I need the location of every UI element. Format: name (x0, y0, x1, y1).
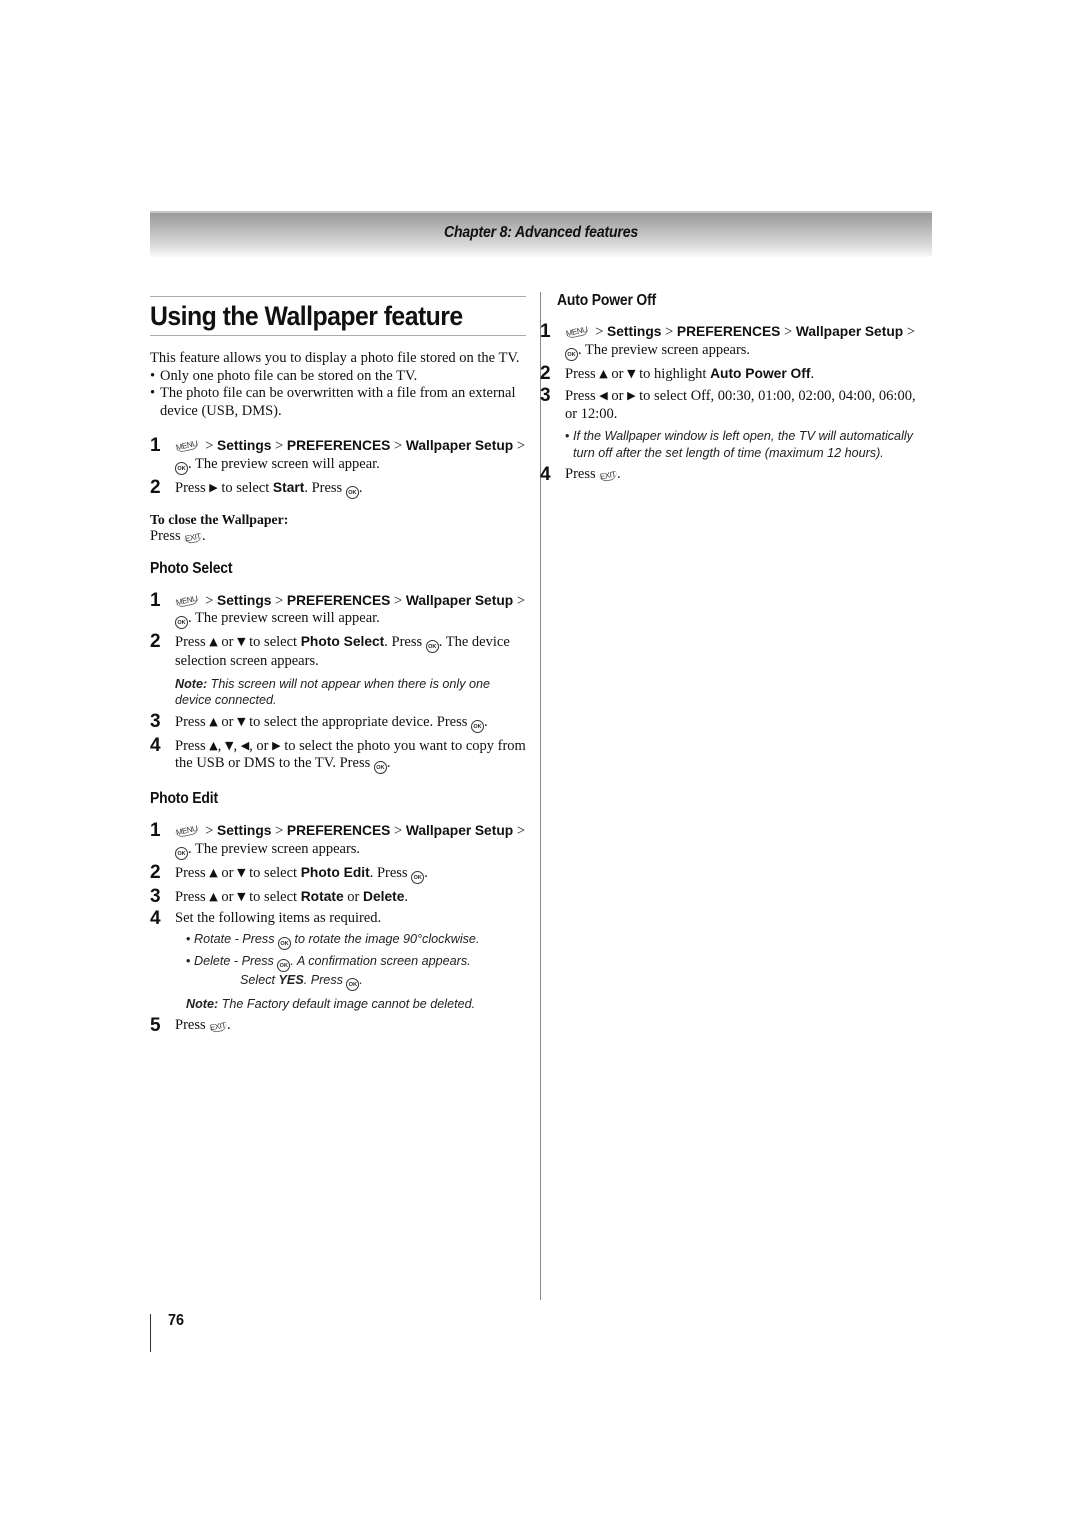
auto-power-off-step-3: 3 Press ◀ or ▶ to select Off, 00:30, 01:… (540, 385, 916, 422)
intro-bullet: • Only one photo file can be stored on th… (150, 367, 418, 384)
arrow-down-icon: ▼ (237, 889, 246, 903)
step-number: 4 (150, 908, 161, 929)
menu-button-icon: MENU (564, 324, 590, 340)
arrow-up-icon: ▲ (599, 366, 608, 380)
arrow-down-icon: ▼ (237, 714, 246, 728)
photo-select-heading: Photo Select (150, 559, 233, 577)
step-number: 3 (150, 710, 161, 732)
photo-select-step-2: 2 Press ▲ or ▼ to select Photo Select. P… (150, 631, 510, 669)
step-number: 3 (150, 885, 161, 907)
arrow-down-icon: ▼ (237, 635, 246, 648)
step-number: 1 (150, 820, 161, 841)
bullet-icon: • (186, 953, 191, 968)
ok-button-icon: OK (565, 347, 578, 361)
photo-select-step-3: 3 Press ▲ or ▼ to select the appropriate… (150, 710, 488, 733)
ok-button-icon: OK (277, 958, 291, 972)
arrow-up-icon: ▲ (209, 738, 218, 752)
main-step-2: 2 Press ▶ to select Start. Press OK. (150, 476, 363, 499)
exit-button-icon: EXIT (208, 1020, 228, 1033)
rotate-sub-bullet: • Rotate - Press OK to rotate the image … (186, 931, 526, 950)
ok-button-icon: OK (346, 977, 360, 991)
arrow-down-icon: ▼ (224, 738, 234, 752)
arrow-right-icon: ▶ (209, 480, 218, 494)
exit-button-icon: EXIT (183, 531, 203, 545)
page-number: 76 (168, 1312, 185, 1329)
column-divider (540, 292, 541, 1300)
arrow-up-icon: ▲ (209, 865, 218, 879)
delete-sub-bullet: • Delete - Press OK. A confirmation scre… (186, 953, 526, 991)
arrow-down-icon: ▼ (237, 865, 246, 879)
auto-power-off-step-4: 4 Press EXIT. (540, 464, 621, 485)
ok-button-icon: OK (278, 936, 291, 950)
step-number: 2 (150, 631, 161, 652)
auto-power-off-sub-note: • If the Wallpaper window is left open, … (565, 429, 913, 460)
photo-select-step-1: 1 MENU > Settings > PREFERENCES > Wallpa… (150, 589, 526, 629)
footer-rule (150, 1314, 151, 1352)
ok-button-icon: OK (373, 761, 387, 774)
ok-button-icon: OK (345, 485, 359, 499)
step-number: 2 (150, 861, 161, 883)
photo-edit-step-3: 3 Press ▲ or ▼ to select Rotate or Delet… (150, 885, 409, 907)
photo-edit-step-4: 4 Set the following items as required. (150, 908, 382, 929)
step-number: 4 (150, 734, 161, 756)
menu-button-icon: MENU (174, 438, 200, 454)
auto-power-off-heading: Auto Power Off (557, 292, 656, 309)
main-step-1: 1 MENU > Settings > PREFERENCES > Wallpa… (150, 435, 526, 475)
arrow-left-icon: ◀ (599, 389, 608, 402)
title-rule-bottom (150, 335, 526, 336)
photo-edit-step-5: 5 Press EXIT. (150, 1014, 231, 1036)
close-wallpaper-text: Press EXIT. (150, 528, 206, 545)
step-number: 3 (540, 385, 551, 406)
bullet-icon: • (150, 385, 156, 401)
menu-button-icon: MENU (174, 593, 200, 608)
arrow-right-icon: ▶ (627, 389, 636, 402)
close-wallpaper-label: To close the Wallpaper: (150, 511, 289, 527)
ok-button-icon: OK (471, 719, 485, 733)
step-number: 1 (150, 589, 161, 611)
exit-button-icon: EXIT (598, 469, 618, 483)
ok-button-icon: OK (411, 870, 425, 884)
page-title: Using the Wallpaper feature (150, 301, 463, 331)
step-number: 2 (150, 476, 161, 498)
arrow-up-icon: ▲ (209, 889, 218, 903)
bullet-icon: • (150, 367, 156, 384)
arrow-down-icon: ▼ (627, 366, 636, 380)
auto-power-off-step-2: 2 Press ▲ or ▼ to highlight Auto Power O… (540, 362, 815, 384)
menu-button-icon: MENU (174, 823, 200, 839)
auto-power-off-step-1: 1 MENU > Settings > PREFERENCES > Wallpa… (540, 321, 929, 361)
arrow-up-icon: ▲ (209, 714, 218, 728)
step-number: 1 (540, 321, 551, 342)
title-rule-top (150, 296, 526, 297)
photo-edit-heading: Photo Edit (150, 790, 218, 807)
step-number: 5 (150, 1014, 161, 1036)
chapter-title: Chapter 8: Advanced features (443, 224, 639, 241)
step-number: 4 (540, 464, 551, 485)
photo-edit-step-1: 1 MENU > Settings > PREFERENCES > Wallpa… (150, 820, 526, 860)
photo-select-note: Note: This screen will not appear when t… (175, 676, 490, 707)
step-number: 2 (540, 362, 551, 384)
ok-button-icon: OK (175, 616, 188, 629)
bullet-icon: • (186, 931, 191, 946)
ok-button-icon: OK (425, 640, 439, 653)
photo-select-step-4: 4 Press ▲, ▼, ◀, or ▶ to select the phot… (150, 734, 526, 774)
left-column: Using the Wallpaper feature This feature… (150, 296, 526, 1034)
bullet-icon: • (565, 429, 570, 443)
step-number: 1 (150, 435, 161, 456)
right-column: Auto Power Off 1 MENU > Settings > PREFE… (540, 292, 929, 484)
intro-text: This feature allows you to display a pho… (150, 350, 520, 366)
photo-edit-note: Note: The Factory default image cannot b… (186, 996, 476, 1011)
ok-button-icon: OK (175, 846, 188, 860)
ok-button-icon: OK (175, 461, 188, 475)
chapter-header-bar: Chapter 8: Advanced features (150, 211, 932, 257)
photo-edit-step-2: 2 Press ▲ or ▼ to select Photo Edit. Pre… (150, 861, 428, 884)
arrow-left-icon: ◀ (240, 738, 250, 752)
arrow-right-icon: ▶ (272, 738, 281, 752)
arrow-up-icon: ▲ (209, 635, 218, 648)
intro-bullet: • The photo file can be overwritten with … (150, 385, 516, 419)
